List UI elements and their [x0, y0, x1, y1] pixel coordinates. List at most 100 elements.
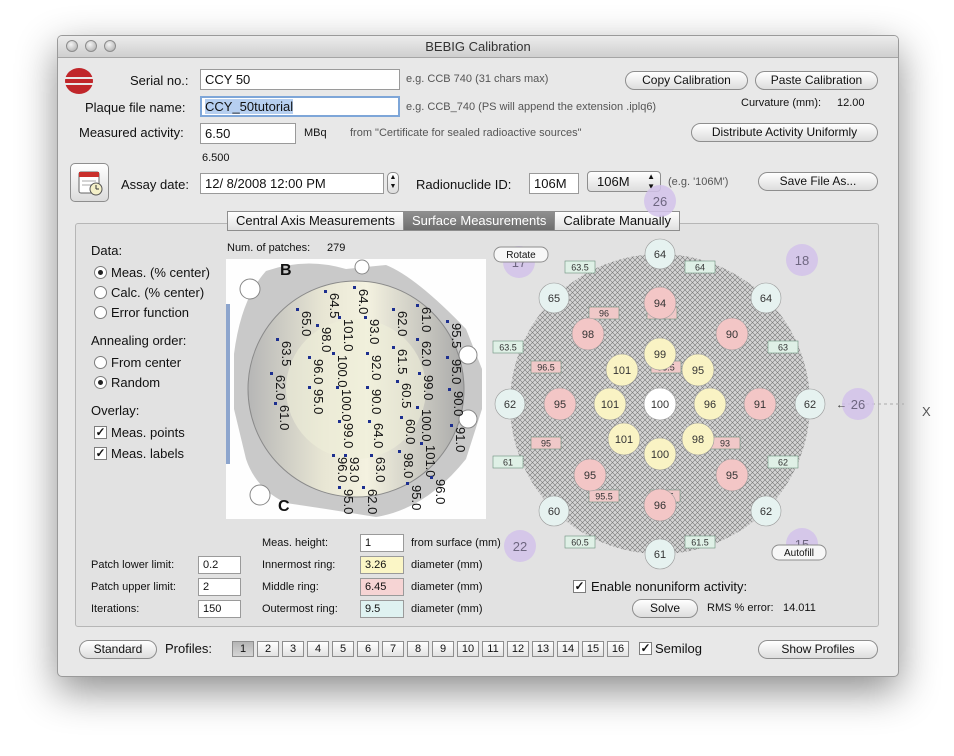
meas-points-checkbox[interactable]: ✓ — [94, 426, 107, 439]
patch-upper-input[interactable]: 2 — [198, 578, 241, 596]
standard-button[interactable]: Standard — [79, 640, 157, 659]
show-profiles-button[interactable]: Show Profiles — [758, 640, 878, 659]
circle-patch-label: 96 — [654, 500, 666, 512]
middle-ring-input[interactable]: 6.45 — [360, 578, 404, 596]
circle-patch-label: 101 — [615, 434, 633, 446]
profile-button-2[interactable]: 2 — [257, 641, 279, 657]
measurement-point — [450, 424, 453, 427]
profile-button-9[interactable]: 9 — [432, 641, 454, 657]
radio-calc-center[interactable] — [94, 286, 107, 299]
profile-button-5[interactable]: 5 — [332, 641, 354, 657]
patch-lower-input[interactable]: 0.2 — [198, 556, 241, 574]
photo-label: 62.0 — [365, 489, 380, 514]
profile-button-16[interactable]: 16 — [607, 641, 629, 657]
photo-label: 63.0 — [373, 457, 388, 482]
profile-button-4[interactable]: 4 — [307, 641, 329, 657]
profile-button-14[interactable]: 14 — [557, 641, 579, 657]
photo-label: 90.0 — [369, 389, 384, 414]
photo-label: 98.0 — [319, 327, 334, 352]
plaque-file-input[interactable]: CCY_50tutorial — [200, 96, 400, 117]
circle-patch-label: 62 — [760, 506, 772, 518]
iterations-input[interactable]: 150 — [198, 600, 241, 618]
radio-from-center[interactable] — [94, 356, 107, 369]
enable-nonuniform-checkbox[interactable]: ✓ — [573, 580, 586, 593]
profile-button-1[interactable]: 1 — [232, 641, 254, 657]
circle-patch-label: 100 — [651, 399, 669, 411]
measurement-point — [446, 356, 449, 359]
measurement-point — [430, 476, 433, 479]
solve-button[interactable]: Solve — [632, 599, 698, 618]
measurement-point — [308, 356, 311, 359]
photo-label: 95.5 — [449, 323, 464, 348]
radio-error-function[interactable] — [94, 306, 107, 319]
bebig-logo-icon — [64, 68, 94, 94]
autofill-button[interactable]: Autofill — [771, 544, 827, 561]
measurement-point — [406, 482, 409, 485]
patch-lower-label: Patch lower limit: — [91, 559, 175, 571]
profile-button-7[interactable]: 7 — [382, 641, 404, 657]
profile-button-13[interactable]: 13 — [532, 641, 554, 657]
date-stepper[interactable]: ▲ ▼ — [387, 172, 399, 194]
photo-label: 101.0 — [341, 319, 356, 352]
profile-button-6[interactable]: 6 — [357, 641, 379, 657]
radio-meas-center[interactable] — [94, 266, 107, 279]
measurement-point — [366, 386, 369, 389]
activity-input[interactable]: 6.50 — [200, 123, 296, 144]
rms-error-label: RMS % error: — [707, 602, 774, 614]
assay-date-input[interactable]: 12/ 8/2008 12:00 PM — [200, 173, 384, 194]
innermost-ring-input[interactable]: 3.26 — [360, 556, 404, 574]
paste-calibration-button[interactable]: Paste Calibration — [755, 71, 878, 90]
copy-calibration-button[interactable]: Copy Calibration — [625, 71, 748, 90]
innermost-ring-label: Innermost ring: — [262, 559, 336, 571]
measurement-point — [332, 454, 335, 457]
profile-button-11[interactable]: 11 — [482, 641, 504, 657]
outermost-ring-unit: diameter (mm) — [411, 603, 483, 615]
patches-label: Num. of patches: — [227, 242, 311, 254]
profile-button-12[interactable]: 12 — [507, 641, 529, 657]
meas-labels-checkbox[interactable]: ✓ — [94, 447, 107, 460]
position-arrow: ← — [836, 399, 847, 411]
serial-input[interactable]: CCY 50 — [200, 69, 400, 90]
circle-patch-label: 98 — [582, 329, 594, 341]
rotate-button[interactable]: Rotate — [493, 246, 549, 263]
measurement-point — [276, 338, 279, 341]
photo-label: 61.5 — [395, 349, 410, 374]
photo-label: 61.0 — [419, 307, 434, 332]
meas-height-label: Meas. height: — [262, 537, 329, 549]
circle-patch-label: 95 — [554, 399, 566, 411]
meas-height-input[interactable]: 1 — [360, 534, 404, 552]
tab-central-axis[interactable]: Central Axis Measurements — [227, 211, 404, 231]
overlay-marker-label: 22 — [513, 539, 527, 554]
activity-hint: from "Certificate for sealed radioactive… — [350, 127, 582, 139]
measurement-point — [364, 316, 367, 319]
profile-button-10[interactable]: 10 — [457, 641, 479, 657]
photo-label: 96.0 — [311, 359, 326, 384]
profile-button-8[interactable]: 8 — [407, 641, 429, 657]
semilog-checkbox[interactable]: ✓ — [639, 642, 652, 655]
calendar-button[interactable] — [70, 163, 109, 202]
overlay-marker-label: 26 — [653, 194, 667, 209]
profile-button-3[interactable]: 3 — [282, 641, 304, 657]
stepper-down-icon[interactable]: ▼ — [390, 183, 397, 190]
photo-label: 62.0 — [419, 341, 434, 366]
photo-label: 100.0 — [419, 409, 434, 442]
stepper-up-icon[interactable]: ▲ — [390, 174, 397, 181]
measurement-point — [366, 352, 369, 355]
outermost-ring-input[interactable]: 9.5 — [360, 600, 404, 618]
measurement-point — [370, 454, 373, 457]
semilog-label: Semilog — [655, 641, 702, 656]
measurement-point — [416, 406, 419, 409]
photo-label: 100.0 — [339, 389, 354, 422]
radio-random[interactable] — [94, 376, 107, 389]
measurement-point — [362, 486, 365, 489]
rect-patch-label: 62 — [778, 458, 788, 468]
outermost-ring-label: Outermost ring: — [262, 603, 338, 615]
measurement-point — [296, 308, 299, 311]
profile-button-15[interactable]: 15 — [582, 641, 604, 657]
photo-label: 99.0 — [341, 423, 356, 448]
meas-labels-label: Meas. labels — [111, 446, 184, 461]
measurement-point — [418, 372, 421, 375]
option-meas-center: Meas. (% center) — [111, 265, 210, 280]
photo-label: 95.0 — [449, 359, 464, 384]
distribute-activity-button[interactable]: Distribute Activity Uniformly — [691, 123, 878, 142]
